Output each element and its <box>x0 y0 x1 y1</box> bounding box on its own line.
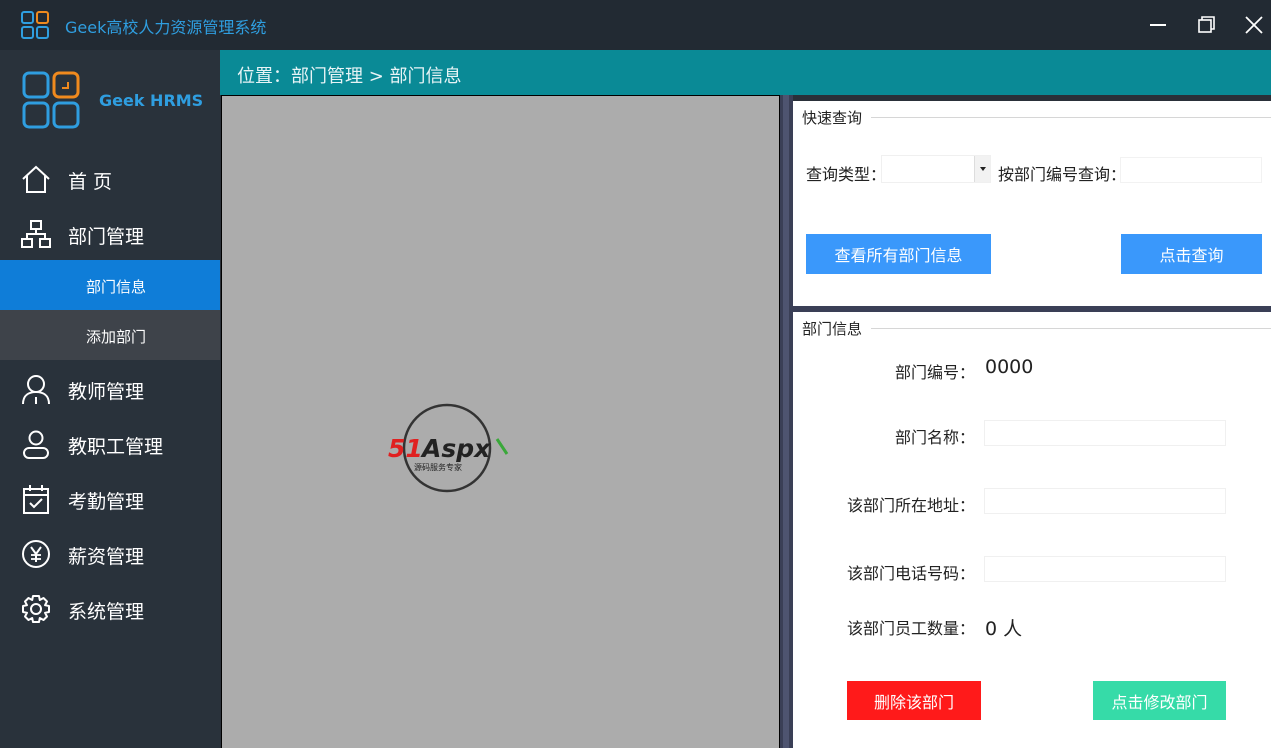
dept-no-value: 0000 <box>985 356 1034 378</box>
brand-logo-icon <box>22 71 80 129</box>
nav-item-department[interactable]: 部门管理 <box>0 208 220 258</box>
nav-item-home[interactable]: 首 页 <box>0 153 220 203</box>
phone-input[interactable] <box>984 556 1226 582</box>
sidebar-subitem-dept-info[interactable]: 部门信息 <box>0 260 220 310</box>
nav-item-label: 薪资管理 <box>68 546 145 568</box>
restore-icon <box>1198 16 1215 33</box>
org-chart-icon <box>21 220 51 248</box>
minimize-button[interactable] <box>1141 8 1175 42</box>
groupbox-border <box>871 117 1271 118</box>
nav-item-salary[interactable]: 薪资管理 <box>0 528 220 578</box>
dept-no-query-input[interactable] <box>1120 157 1262 183</box>
sidebar: Geek HRMS 首 页 部门管理 部门信息 添加部门 教师管理 教职工管理 … <box>0 50 220 748</box>
subitem-label: 添加部门 <box>85 328 146 346</box>
dept-name-input[interactable] <box>984 420 1226 446</box>
calendar-check-icon <box>23 485 49 514</box>
breadcrumb-bar: 位置：部门管理 > 部门信息 <box>220 50 1271 95</box>
staff-count-value: 0 人 <box>985 618 1023 640</box>
quick-query-legend: 快速查询 <box>802 107 867 128</box>
window-title: Geek高校人力资源管理系统 <box>65 18 267 37</box>
nav-item-label: 教职工管理 <box>68 436 164 458</box>
nav-item-label: 考勤管理 <box>68 491 145 513</box>
query-button[interactable]: 点击查询 <box>1121 234 1262 274</box>
teacher-icon <box>22 375 50 405</box>
nav-item-label: 系统管理 <box>68 601 145 623</box>
gear-icon <box>22 595 50 623</box>
address-input[interactable] <box>984 488 1226 514</box>
image-panel: 51 Aspx 源码服务专家 <box>221 95 780 748</box>
minimize-icon <box>1150 24 1166 26</box>
nav-item-attendance[interactable]: 考勤管理 <box>0 473 220 523</box>
query-type-label: 查询类型： <box>806 165 887 184</box>
svg-text:Aspx: Aspx <box>420 434 491 463</box>
nav-item-staff[interactable]: 教职工管理 <box>0 418 220 468</box>
dept-info-legend: 部门信息 <box>802 318 867 339</box>
nav-item-system[interactable]: 系统管理 <box>0 583 220 633</box>
staff-icon <box>23 430 49 459</box>
nav-item-label: 首 页 <box>68 171 113 193</box>
groupbox-border <box>871 328 1271 329</box>
close-icon <box>1245 16 1263 34</box>
splitter-handle[interactable] <box>783 95 789 748</box>
phone-label: 该部门电话号码： <box>847 564 976 583</box>
query-type-select[interactable] <box>881 155 991 183</box>
quick-query-group: 快速查询 查询类型： 按部门编号查询： 查看所有部门信息 点击查询 <box>793 101 1271 306</box>
subitem-label: 部门信息 <box>85 278 146 296</box>
home-icon <box>22 165 50 193</box>
maximize-button[interactable] <box>1189 8 1223 42</box>
dept-no-query-label: 按部门编号查询： <box>998 165 1127 184</box>
app-logo-icon <box>21 11 49 39</box>
yen-icon <box>22 540 50 568</box>
breadcrumb: 位置：部门管理 > 部门信息 <box>237 66 462 87</box>
svg-text:源码服务专家: 源码服务专家 <box>414 462 462 472</box>
dept-no-label: 部门编号： <box>895 363 976 382</box>
splitter[interactable] <box>780 95 793 748</box>
dept-info-group: 部门信息 部门编号： 0000 部门名称： 该部门所在地址： 该部门电话号码： … <box>793 312 1271 748</box>
sidebar-subitem-add-dept[interactable]: 添加部门 <box>0 310 220 360</box>
nav-item-teacher[interactable]: 教师管理 <box>0 363 220 413</box>
delete-department-button[interactable]: 删除该部门 <box>847 681 981 720</box>
address-label: 该部门所在地址： <box>847 496 976 515</box>
close-button[interactable] <box>1237 8 1271 42</box>
staff-count-label: 该部门员工数量： <box>847 619 976 638</box>
chevron-down-icon[interactable] <box>974 156 990 182</box>
brand-name: Geek HRMS <box>99 91 204 110</box>
svg-text:51: 51 <box>388 434 423 463</box>
nav-item-label: 部门管理 <box>68 226 145 248</box>
view-all-departments-button[interactable]: 查看所有部门信息 <box>806 234 991 274</box>
title-bar: Geek高校人力资源管理系统 <box>0 0 1271 50</box>
dept-name-label: 部门名称： <box>895 428 976 447</box>
nav-item-label: 教师管理 <box>68 381 145 403</box>
watermark-logo: 51 Aspx 源码服务专家 <box>388 403 509 493</box>
modify-department-button[interactable]: 点击修改部门 <box>1093 681 1226 720</box>
